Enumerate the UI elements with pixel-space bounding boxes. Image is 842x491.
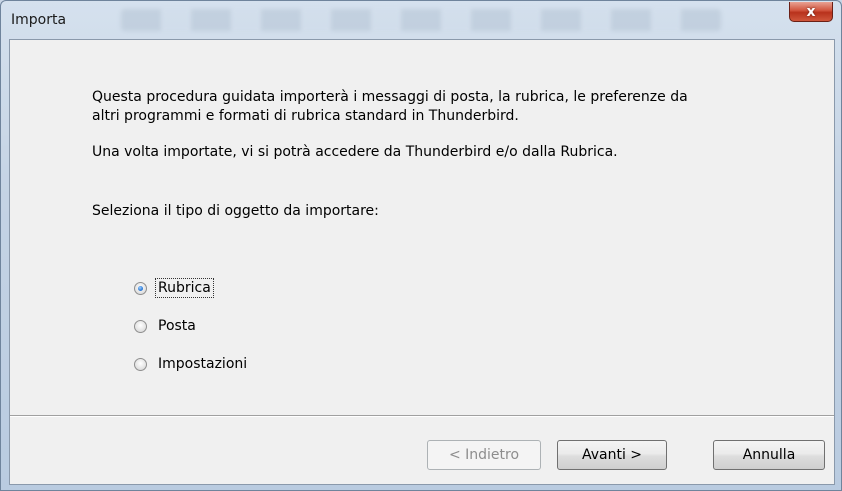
- blurred-background-title: [121, 9, 721, 31]
- intro-line-2: altri programmi e formati di rubrica sta…: [92, 108, 519, 124]
- radio-label-rubrica[interactable]: Rubrica: [155, 278, 214, 298]
- next-button[interactable]: Avanti >: [557, 440, 667, 470]
- import-dialog-window: Importa x Questa procedura guidata impor…: [0, 0, 842, 491]
- dialog-client-area: Questa procedura guidata importerà i mes…: [9, 39, 835, 485]
- cancel-button[interactable]: Annulla: [713, 440, 825, 470]
- radio-button-impostazioni[interactable]: [134, 357, 147, 371]
- radio-label-impostazioni[interactable]: Impostazioni: [156, 355, 249, 373]
- radio-button-posta[interactable]: [134, 319, 147, 333]
- title-bar[interactable]: Importa x: [1, 1, 841, 39]
- button-area-divider: [10, 415, 834, 417]
- radio-button-rubrica[interactable]: [134, 281, 147, 295]
- back-button[interactable]: < Indietro: [427, 440, 541, 470]
- radio-option-posta[interactable]: Posta: [134, 315, 198, 337]
- intro-line-3: Una volta importate, vi si potrà acceder…: [92, 144, 618, 160]
- window-title: Importa: [11, 12, 67, 28]
- close-icon: x: [806, 3, 816, 20]
- radio-option-rubrica[interactable]: Rubrica: [134, 277, 214, 299]
- radio-option-impostazioni[interactable]: Impostazioni: [134, 353, 249, 375]
- wizard-content: Questa procedura guidata importerà i mes…: [10, 40, 834, 415]
- close-button[interactable]: x: [789, 2, 833, 22]
- intro-line-1: Questa procedura guidata importerà i mes…: [92, 89, 688, 105]
- intro-text: Questa procedura guidata importerà i mes…: [92, 88, 792, 126]
- select-type-label: Seleziona il tipo di oggetto da importar…: [92, 203, 379, 219]
- radio-label-posta[interactable]: Posta: [156, 317, 198, 335]
